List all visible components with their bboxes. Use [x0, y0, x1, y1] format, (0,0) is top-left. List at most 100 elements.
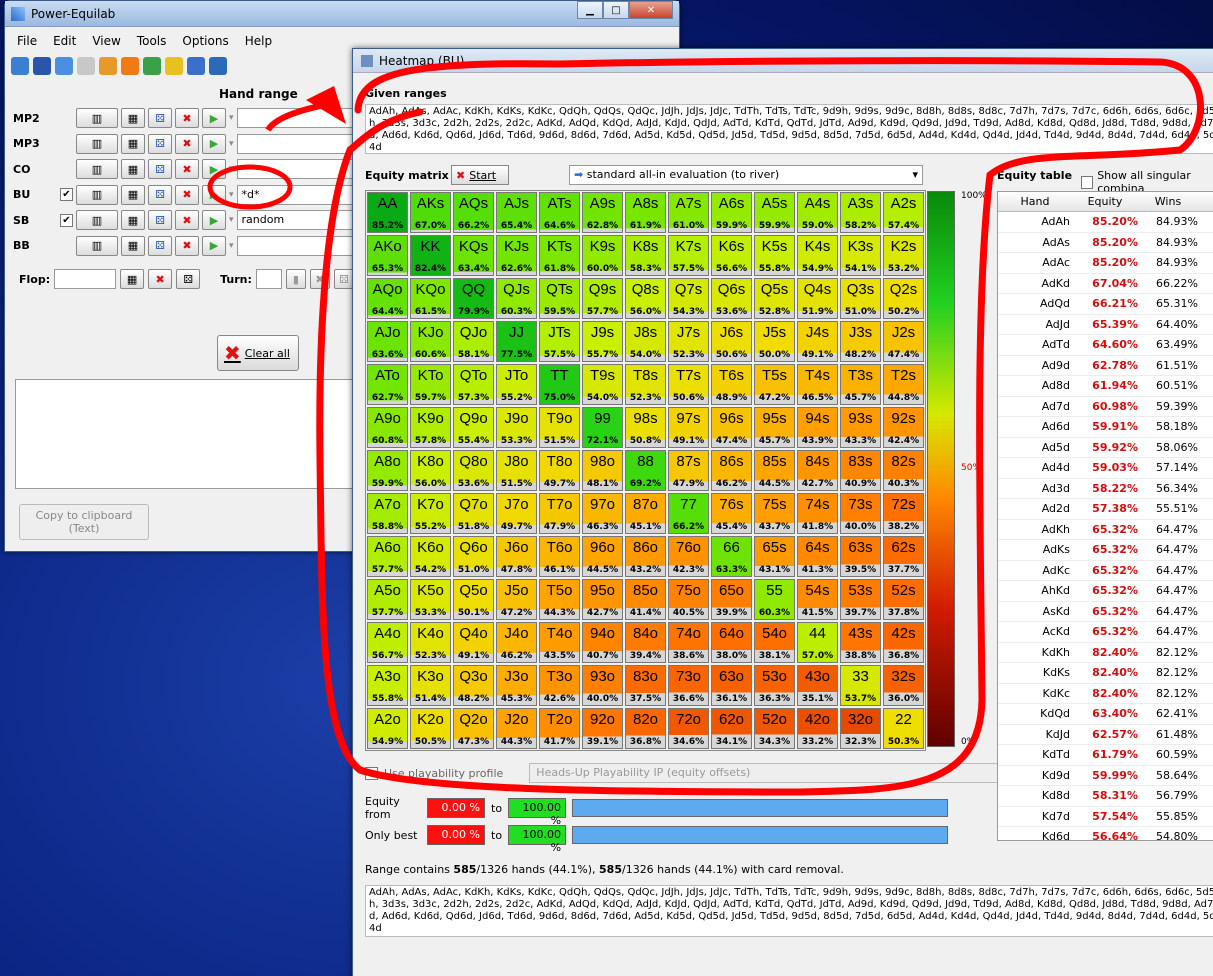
clear-range-icon[interactable]: ✖	[175, 133, 199, 154]
dropdown-icon[interactable]: ▾	[229, 241, 234, 251]
matrix-cell[interactable]: A9o 60.8%	[367, 407, 408, 448]
matrix-cell[interactable]: K7o 55.2%	[410, 493, 451, 534]
table-row[interactable]: Kd9d 59.99% 58.64%	[998, 766, 1213, 786]
matrix-cell[interactable]: QJo 58.1%	[453, 321, 494, 362]
dice-icon[interactable]: ⚄	[148, 108, 172, 128]
table-row[interactable]: KdKc 82.40% 82.12%	[998, 684, 1213, 704]
matrix-cell[interactable]: 43s 38.8%	[840, 622, 881, 663]
matrix-cell[interactable]: 76s 45.4%	[711, 493, 752, 534]
matrix-cell[interactable]: J9o 53.3%	[496, 407, 537, 448]
dropdown-icon[interactable]: ▾	[229, 139, 234, 149]
range-grid-icon[interactable]: ▥	[76, 159, 118, 179]
table-row[interactable]: AdQd 66.21% 65.31%	[998, 294, 1213, 315]
table-row[interactable]: KdTd 61.79% 60.59%	[998, 745, 1213, 766]
matrix-cell[interactable]: 64s 41.3%	[797, 536, 838, 577]
matrix-cell[interactable]: K9s 60.0%	[582, 235, 623, 276]
table-row[interactable]: KdKs 82.40% 82.12%	[998, 663, 1213, 684]
hand-range-input[interactable]	[236, 133, 357, 154]
evaluation-select[interactable]: ➡ standard all-in evaluation (to river) …	[569, 165, 923, 185]
matrix-cell[interactable]: A5s 59.9%	[754, 192, 795, 233]
matrix-cell[interactable]: JTs 57.5%	[539, 321, 580, 362]
apply-arrow-icon[interactable]: ▶	[202, 159, 226, 179]
clear-all-button[interactable]: ✖ Clear all	[217, 335, 299, 371]
matrix-cell[interactable]: 32o 32.3%	[840, 708, 881, 749]
matrix-cell[interactable]: KJs 62.6%	[496, 235, 537, 276]
given-ranges-box[interactable]: AdAh, AdAs, AdAc, KdKh, KdKs, KdKc, QdQh…	[365, 104, 1213, 154]
fire-icon[interactable]	[121, 57, 139, 75]
table-row[interactable]: AdKh 65.32% 64.47%	[998, 520, 1213, 540]
export-icon[interactable]	[209, 57, 227, 75]
clear-range-icon[interactable]: ✖	[175, 235, 199, 256]
matrix-cell[interactable]: 72o 34.6%	[668, 708, 709, 749]
matrix-cell[interactable]: T4s 46.5%	[797, 364, 838, 405]
matrix-cell[interactable]: 97o 46.3%	[582, 493, 623, 534]
matrix-cell[interactable]: J4s 49.1%	[797, 321, 838, 362]
matrix-cell[interactable]: 75s 43.7%	[754, 493, 795, 534]
equity-range-slider[interactable]	[572, 799, 949, 817]
matrix-cell[interactable]: 96o 44.5%	[582, 536, 623, 577]
table-row[interactable]: AdJd 65.39% 64.40%	[998, 315, 1213, 335]
matrix-cell[interactable]: T6s 48.9%	[711, 364, 752, 405]
matrix-cell[interactable]: T2s 44.8%	[883, 364, 924, 405]
matrix-cell[interactable]: A6o 57.7%	[367, 536, 408, 577]
matrix-cell[interactable]: Q5s 52.8%	[754, 278, 795, 319]
matrix-cell[interactable]: 97s 49.1%	[668, 407, 709, 448]
range-grid-icon[interactable]: ▥	[76, 133, 118, 154]
turn-picker-icon[interactable]: ▮	[285, 269, 306, 289]
matrix-cell[interactable]: Q8s 56.0%	[625, 278, 666, 319]
random-turn-icon[interactable]: ⚄	[333, 269, 354, 289]
matrix-cell[interactable]: J3o 45.3%	[496, 665, 537, 706]
matrix-cell[interactable]: A4s 59.0%	[797, 192, 838, 233]
matrix-cell[interactable]: KTo 59.7%	[410, 364, 451, 405]
flop-input[interactable]	[54, 269, 117, 289]
menu-tools[interactable]: Tools	[129, 31, 175, 51]
matrix-cell[interactable]: J7o 49.7%	[496, 493, 537, 534]
redo-icon[interactable]	[77, 57, 95, 75]
matrix-cell[interactable]: 42o 33.2%	[797, 708, 838, 749]
matrix-cell[interactable]: 95s 45.7%	[754, 407, 795, 448]
matrix-cell[interactable]: Q2o 47.3%	[453, 708, 494, 749]
matrix-cell[interactable]: 85s 44.5%	[754, 450, 795, 491]
matrix-cell[interactable]: QTo 57.3%	[453, 364, 494, 405]
matrix-cell[interactable]: J9s 55.7%	[582, 321, 623, 362]
matrix-cell[interactable]: T5o 44.3%	[539, 579, 580, 620]
menu-options[interactable]: Options	[174, 31, 236, 51]
matrix-cell[interactable]: T4o 43.5%	[539, 622, 580, 663]
card-picker-icon[interactable]: ▦	[121, 235, 145, 256]
matrix-cell[interactable]: 92s 42.4%	[883, 407, 924, 448]
matrix-cell[interactable]: ATo 62.7%	[367, 364, 408, 405]
matrix-cell[interactable]: AKo 65.3%	[367, 235, 408, 276]
matrix-cell[interactable]: K5s 55.8%	[754, 235, 795, 276]
matrix-cell[interactable]: K3o 51.4%	[410, 665, 451, 706]
open-icon[interactable]	[11, 57, 29, 75]
matrix-cell[interactable]: 98o 48.1%	[582, 450, 623, 491]
card-picker-icon[interactable]: ▦	[121, 108, 145, 128]
matrix-cell[interactable]: AQs 66.2%	[453, 192, 494, 233]
matrix-cell[interactable]: A9s 62.8%	[582, 192, 623, 233]
table-row[interactable]: Ad4d 59.03% 57.14%	[998, 458, 1213, 479]
matrix-cell[interactable]: AJs 65.4%	[496, 192, 537, 233]
matrix-cell[interactable]: 86s 46.2%	[711, 450, 752, 491]
matrix-cell[interactable]: K2o 50.5%	[410, 708, 451, 749]
matrix-cell[interactable]: Q6s 53.6%	[711, 278, 752, 319]
results-output[interactable]	[15, 379, 359, 489]
dice-icon[interactable]: ⚄	[148, 133, 172, 154]
table-row[interactable]: Ad9d 62.78% 61.51%	[998, 356, 1213, 376]
matrix-cell[interactable]: A6s 59.9%	[711, 192, 752, 233]
matrix-cell[interactable]: AJo 63.6%	[367, 321, 408, 362]
matrix-cell[interactable]: J3s 48.2%	[840, 321, 881, 362]
dropdown-icon[interactable]: ▾	[229, 215, 234, 225]
matrix-cell[interactable]: Q2s 50.2%	[883, 278, 924, 319]
matrix-cell[interactable]: A4o 56.7%	[367, 622, 408, 663]
globe-icon[interactable]	[143, 57, 161, 75]
matrix-cell[interactable]: A5o 57.7%	[367, 579, 408, 620]
hand-range-input[interactable]	[236, 108, 357, 128]
matrix-cell[interactable]: T9s 54.0%	[582, 364, 623, 405]
card-picker-icon[interactable]: ▦	[121, 133, 145, 154]
save-icon[interactable]	[33, 57, 51, 75]
table-row[interactable]: Kd7d 57.54% 55.85%	[998, 807, 1213, 827]
matrix-cell[interactable]: 54s 41.5%	[797, 579, 838, 620]
matrix-cell[interactable]: JJ 77.5%	[496, 321, 537, 362]
table-row[interactable]: AdKs 65.32% 64.47%	[998, 540, 1213, 561]
table-row[interactable]: Ad2d 57.38% 55.51%	[998, 499, 1213, 520]
